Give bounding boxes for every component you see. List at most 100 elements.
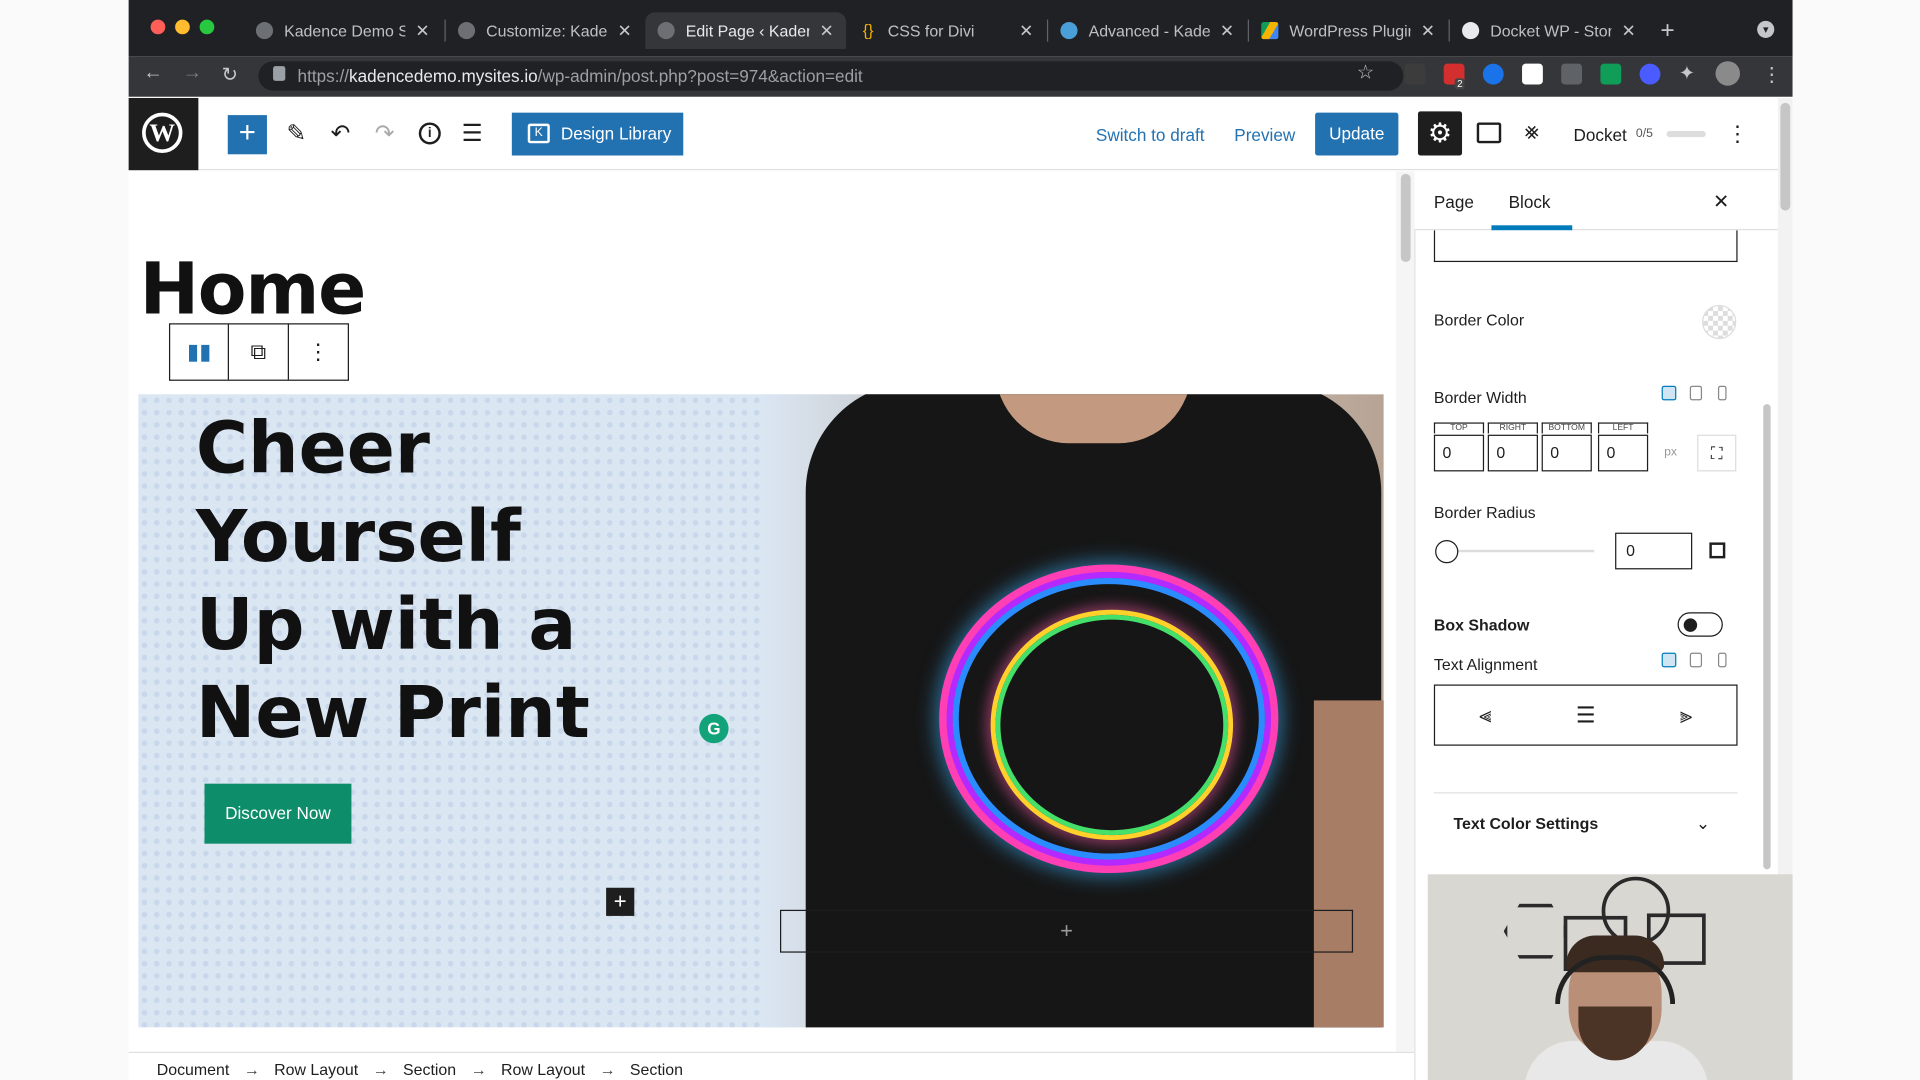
block-toolbar: ▮▮ ⧉ ⋮ <box>168 323 349 381</box>
breadcrumb-item[interactable]: Row Layout <box>274 1060 358 1078</box>
minimize-window-button[interactable] <box>175 19 190 35</box>
back-icon[interactable]: ← <box>143 62 163 84</box>
align-right-icon[interactable]: ⫸ <box>1636 686 1736 745</box>
link-sides-icon[interactable]: ⛶ <box>1697 434 1737 472</box>
desktop-device-icon[interactable] <box>1661 652 1677 668</box>
border-left-input[interactable]: 0 <box>1597 434 1649 472</box>
canvas-scrollbar[interactable] <box>1400 173 1411 263</box>
new-tab-icon[interactable]: + <box>1660 17 1674 45</box>
options-menu-icon[interactable]: ⋮ <box>1727 121 1749 147</box>
border-color-swatch[interactable] <box>1702 304 1737 340</box>
border-radius-slider-handle[interactable] <box>1435 540 1459 564</box>
switch-to-draft-button[interactable]: Switch to draft <box>1096 125 1205 145</box>
grammarly-icon[interactable]: G <box>699 713 729 744</box>
tab-search-icon[interactable]: ▾ <box>1757 20 1775 38</box>
border-bottom-input[interactable]: 0 <box>1541 434 1592 472</box>
close-sidebar-icon[interactable]: ✕ <box>1713 190 1729 214</box>
chevron-down-icon[interactable]: ⌄ <box>1696 813 1710 834</box>
extension-icon[interactable] <box>1639 63 1661 85</box>
mobile-device-icon[interactable] <box>1717 385 1727 401</box>
tablet-device-icon[interactable] <box>1689 385 1703 401</box>
empty-section-placeholder[interactable]: + <box>780 909 1354 953</box>
close-tab-icon[interactable]: ✕ <box>1421 20 1435 41</box>
hero-heading[interactable]: Cheer Yourself Up with a New Print <box>196 404 637 757</box>
bookmark-star-icon[interactable]: ☆ <box>1357 60 1375 84</box>
kadence-k-icon[interactable]: ⨳ <box>1524 119 1538 146</box>
info-icon[interactable]: i <box>418 122 441 145</box>
sidebar-scrollbar[interactable] <box>1763 404 1771 870</box>
close-tab-icon[interactable]: ✕ <box>1220 20 1234 41</box>
breadcrumb-item[interactable]: Row Layout <box>501 1060 585 1078</box>
list-view-icon[interactable]: ☰ <box>462 120 483 148</box>
page-scrollbar[interactable] <box>1780 102 1791 211</box>
globe-icon <box>657 22 675 40</box>
tablet-device-icon[interactable] <box>1689 652 1703 668</box>
profile-avatar[interactable] <box>1715 61 1741 86</box>
browser-tab[interactable]: {} CSS for Divi ✕ <box>847 12 1045 49</box>
update-button[interactable]: Update <box>1315 112 1399 156</box>
close-tab-icon[interactable]: ✕ <box>617 20 631 41</box>
neon-print-graphic-inner <box>995 614 1229 836</box>
extension-icon[interactable] <box>1404 63 1426 85</box>
border-radius-slider-track[interactable] <box>1447 549 1595 553</box>
close-window-button[interactable] <box>150 19 166 35</box>
extension-icon[interactable] <box>1561 63 1583 85</box>
copy-styles-icon[interactable]: ⧉ <box>229 324 289 380</box>
unit-label[interactable]: px <box>1664 446 1677 459</box>
puzzle-icon[interactable]: ✦ <box>1679 61 1695 85</box>
maximize-window-button[interactable] <box>199 19 215 35</box>
browser-tab[interactable]: Customize: Kade ✕ <box>446 12 644 49</box>
reload-icon[interactable]: ↻ <box>222 62 238 86</box>
page-title[interactable]: Home <box>140 247 367 330</box>
tab-page[interactable]: Page <box>1434 192 1474 212</box>
extension-icon[interactable] <box>1600 63 1622 85</box>
breadcrumb-item[interactable]: Section <box>403 1060 456 1078</box>
arrow-right-icon: → <box>470 1060 487 1079</box>
border-left-label: LEFT <box>1597 422 1649 434</box>
tab-block[interactable]: Block <box>1509 192 1551 212</box>
close-tab-icon[interactable]: ✕ <box>1019 20 1033 41</box>
code-braces-icon: {} <box>862 20 874 40</box>
more-vert-icon[interactable]: ⋮ <box>1762 62 1782 86</box>
forward-icon[interactable]: → <box>182 62 202 84</box>
breadcrumb-item[interactable]: Section <box>630 1060 683 1078</box>
radius-linked-icon[interactable] <box>1697 533 1736 570</box>
border-right-input[interactable]: 0 <box>1487 434 1538 472</box>
breadcrumb-item[interactable]: Document <box>157 1060 230 1078</box>
align-center-icon[interactable]: ☰ <box>1536 686 1636 745</box>
block-options-icon[interactable]: ⋮ <box>289 324 348 379</box>
block-inserter-button[interactable]: + <box>606 887 635 916</box>
discover-now-button[interactable]: Discover Now <box>204 783 352 844</box>
kadence-controls-icon[interactable] <box>1476 122 1502 144</box>
browser-tab[interactable]: Kadence Demo Si ✕ <box>244 12 442 49</box>
columns-icon[interactable]: ▮▮ <box>170 324 230 380</box>
border-top-input[interactable]: 0 <box>1433 434 1485 472</box>
cut-off-control[interactable] <box>1433 230 1738 263</box>
close-tab-icon[interactable]: ✕ <box>1622 20 1636 41</box>
mobile-device-icon[interactable] <box>1717 652 1727 668</box>
docket-label[interactable]: Docket <box>1573 125 1626 145</box>
browser-tab[interactable]: Advanced - Kade ✕ <box>1048 12 1246 49</box>
align-left-icon[interactable]: ⫷ <box>1435 686 1535 745</box>
extension-icon[interactable] <box>1522 63 1543 85</box>
undo-icon[interactable]: ↶ <box>331 120 350 148</box>
browser-tab-active[interactable]: Edit Page ‹ Kaden ✕ <box>645 12 847 49</box>
pencil-icon[interactable]: ✎ <box>287 120 306 148</box>
browser-tab[interactable]: Docket WP - Stor ✕ <box>1450 12 1648 49</box>
desktop-left-margin <box>0 0 129 1080</box>
close-tab-icon[interactable]: ✕ <box>415 20 429 41</box>
add-block-button[interactable]: + <box>227 115 267 155</box>
redo-icon[interactable]: ↷ <box>375 120 394 148</box>
url-input[interactable]: https://kadencedemo.mysites.io/wp-admin/… <box>258 61 1404 91</box>
desktop-device-icon[interactable] <box>1661 385 1677 401</box>
settings-gear-icon[interactable]: ⚙ <box>1417 111 1463 156</box>
globe-icon <box>457 22 476 40</box>
kadence-library-icon: K <box>527 123 550 144</box>
preview-button[interactable]: Preview <box>1234 125 1295 145</box>
text-color-settings-toggle[interactable]: Text Color Settings <box>1453 814 1598 832</box>
close-tab-icon[interactable]: ✕ <box>820 20 834 41</box>
text-alignment-group: ⫷ ☰ ⫸ <box>1433 684 1738 746</box>
extension-icon[interactable] <box>1482 63 1504 85</box>
border-radius-input[interactable]: 0 <box>1615 532 1693 570</box>
browser-tab[interactable]: WordPress Plugin ✕ <box>1249 12 1447 49</box>
